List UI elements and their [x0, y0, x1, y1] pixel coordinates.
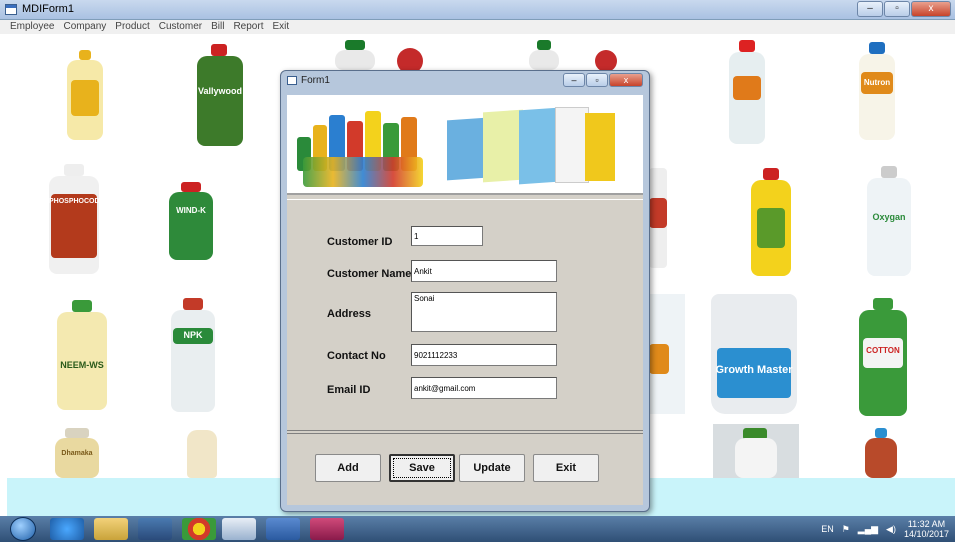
- product-bottle-image: Nutron: [859, 42, 895, 140]
- network-icon[interactable]: ▂▄▆: [858, 524, 878, 535]
- menu-bar: Employee Company Product Customer Bill R…: [0, 20, 955, 34]
- customer-id-label: Customer ID: [327, 236, 393, 248]
- form-icon: [287, 75, 297, 85]
- form-minimize-button[interactable]: –: [563, 73, 585, 87]
- volume-icon[interactable]: ◀): [886, 524, 896, 535]
- close-button[interactable]: x: [911, 1, 951, 17]
- clock-date: 14/10/2017: [903, 529, 949, 539]
- customer-name-input[interactable]: [411, 260, 557, 282]
- product-bucket-image: Growth Master: [711, 294, 797, 414]
- menu-report[interactable]: Report: [233, 20, 263, 34]
- access-icon[interactable]: [310, 518, 344, 540]
- word-icon[interactable]: [266, 518, 300, 540]
- product-bottle-image: NPK: [171, 298, 215, 412]
- products-banner-image: [287, 95, 643, 195]
- product-bottle-image: [187, 430, 217, 478]
- product-bottle-image: [649, 168, 667, 268]
- system-tray: EN ⚑ ▂▄▆ ◀) 11:32 AM 14/10/2017: [821, 519, 949, 539]
- menu-exit[interactable]: Exit: [272, 20, 289, 34]
- contact-no-label: Contact No: [327, 350, 386, 362]
- product-bottle-image: [751, 168, 791, 276]
- product-bottle-image: PHOSPHOCOD: [49, 164, 100, 274]
- internet-explorer-icon[interactable]: [50, 518, 84, 540]
- update-button[interactable]: Update: [459, 454, 525, 482]
- customer-id-input[interactable]: [411, 226, 483, 246]
- product-label: WIND-K: [176, 206, 206, 215]
- packets-group-image: [447, 105, 617, 189]
- taskbar: EN ⚑ ▂▄▆ ◀) 11:32 AM 14/10/2017: [0, 516, 955, 542]
- product-bottle-image: COTTON: [859, 298, 907, 416]
- product-bottle-image: [865, 428, 897, 478]
- add-button[interactable]: Add: [315, 454, 381, 482]
- mdi-title-bar: MDIForm1 – ▫ x: [0, 0, 955, 20]
- product-bottle-image: [729, 40, 765, 144]
- form-title: Form1: [301, 75, 330, 86]
- email-id-label: Email ID: [327, 384, 371, 396]
- product-label: Dhamaka: [61, 450, 93, 457]
- customer-form-window: Form1 – ▫ x Customer ID 1 Customer Name …: [280, 70, 650, 512]
- menu-bill[interactable]: Bill: [211, 20, 224, 34]
- product-label: COTTON: [866, 346, 900, 355]
- form-title-bar: Form1: [287, 75, 330, 89]
- product-label: PHOSPHOCOD: [49, 198, 100, 205]
- form-maximize-button[interactable]: ▫: [586, 73, 608, 87]
- menu-product[interactable]: Product: [115, 20, 149, 34]
- product-bottle-image: Vallywood: [195, 44, 245, 146]
- menu-company[interactable]: Company: [63, 20, 106, 34]
- form-body: Customer ID Customer Name Address Sonai …: [287, 95, 643, 505]
- app-icon: [5, 4, 17, 15]
- contact-no-input[interactable]: [411, 344, 557, 366]
- form-buttons-panel: Add Save Update Exit: [287, 433, 643, 505]
- start-button[interactable]: [10, 517, 36, 541]
- bottles-group-image: [297, 107, 427, 189]
- maximize-button[interactable]: ▫: [884, 1, 910, 17]
- product-bottle-image: [65, 50, 105, 140]
- product-bottle-image: [713, 424, 799, 478]
- product-bottle-image: [335, 40, 375, 70]
- product-label: NEEM-WS: [60, 360, 104, 370]
- product-cap-image: [595, 50, 617, 72]
- product-label: Nutron: [863, 78, 891, 87]
- product-label: NPK: [183, 330, 203, 340]
- product-bottle-image: WIND-K: [169, 182, 213, 260]
- exit-button[interactable]: Exit: [533, 454, 599, 482]
- file-explorer-icon[interactable]: [94, 518, 128, 540]
- chrome-icon[interactable]: [182, 518, 216, 540]
- product-bottle-image: Oxygan: [867, 166, 911, 276]
- customer-fields-panel: Customer ID Customer Name Address Sonai …: [287, 199, 643, 431]
- product-label: Vallywood: [197, 86, 242, 96]
- mdi-window-title: MDIForm1: [22, 3, 74, 15]
- product-label: Oxygan: [872, 212, 906, 222]
- minimize-button[interactable]: –: [857, 1, 883, 17]
- address-input[interactable]: Sonai: [411, 292, 557, 332]
- customer-name-label: Customer Name: [327, 268, 412, 280]
- product-bottle-image: [649, 294, 685, 414]
- email-id-input[interactable]: [411, 377, 557, 399]
- product-bottle-image: [529, 40, 559, 70]
- menu-customer[interactable]: Customer: [159, 20, 202, 34]
- clock-time: 11:32 AM: [907, 519, 946, 529]
- product-bottle-image: Dhamaka: [55, 428, 99, 478]
- clock[interactable]: 11:32 AM 14/10/2017: [904, 519, 949, 539]
- form-close-button[interactable]: x: [609, 73, 643, 87]
- visual-basic-icon[interactable]: [222, 518, 256, 540]
- save-button[interactable]: Save: [389, 454, 455, 482]
- flag-icon[interactable]: ⚑: [842, 524, 850, 535]
- media-player-icon[interactable]: [138, 518, 172, 540]
- language-indicator[interactable]: EN: [821, 524, 834, 534]
- address-label: Address: [327, 308, 372, 320]
- product-label: Growth Master: [715, 364, 793, 376]
- menu-employee[interactable]: Employee: [10, 20, 54, 34]
- product-bottle-image: NEEM-WS: [57, 300, 107, 410]
